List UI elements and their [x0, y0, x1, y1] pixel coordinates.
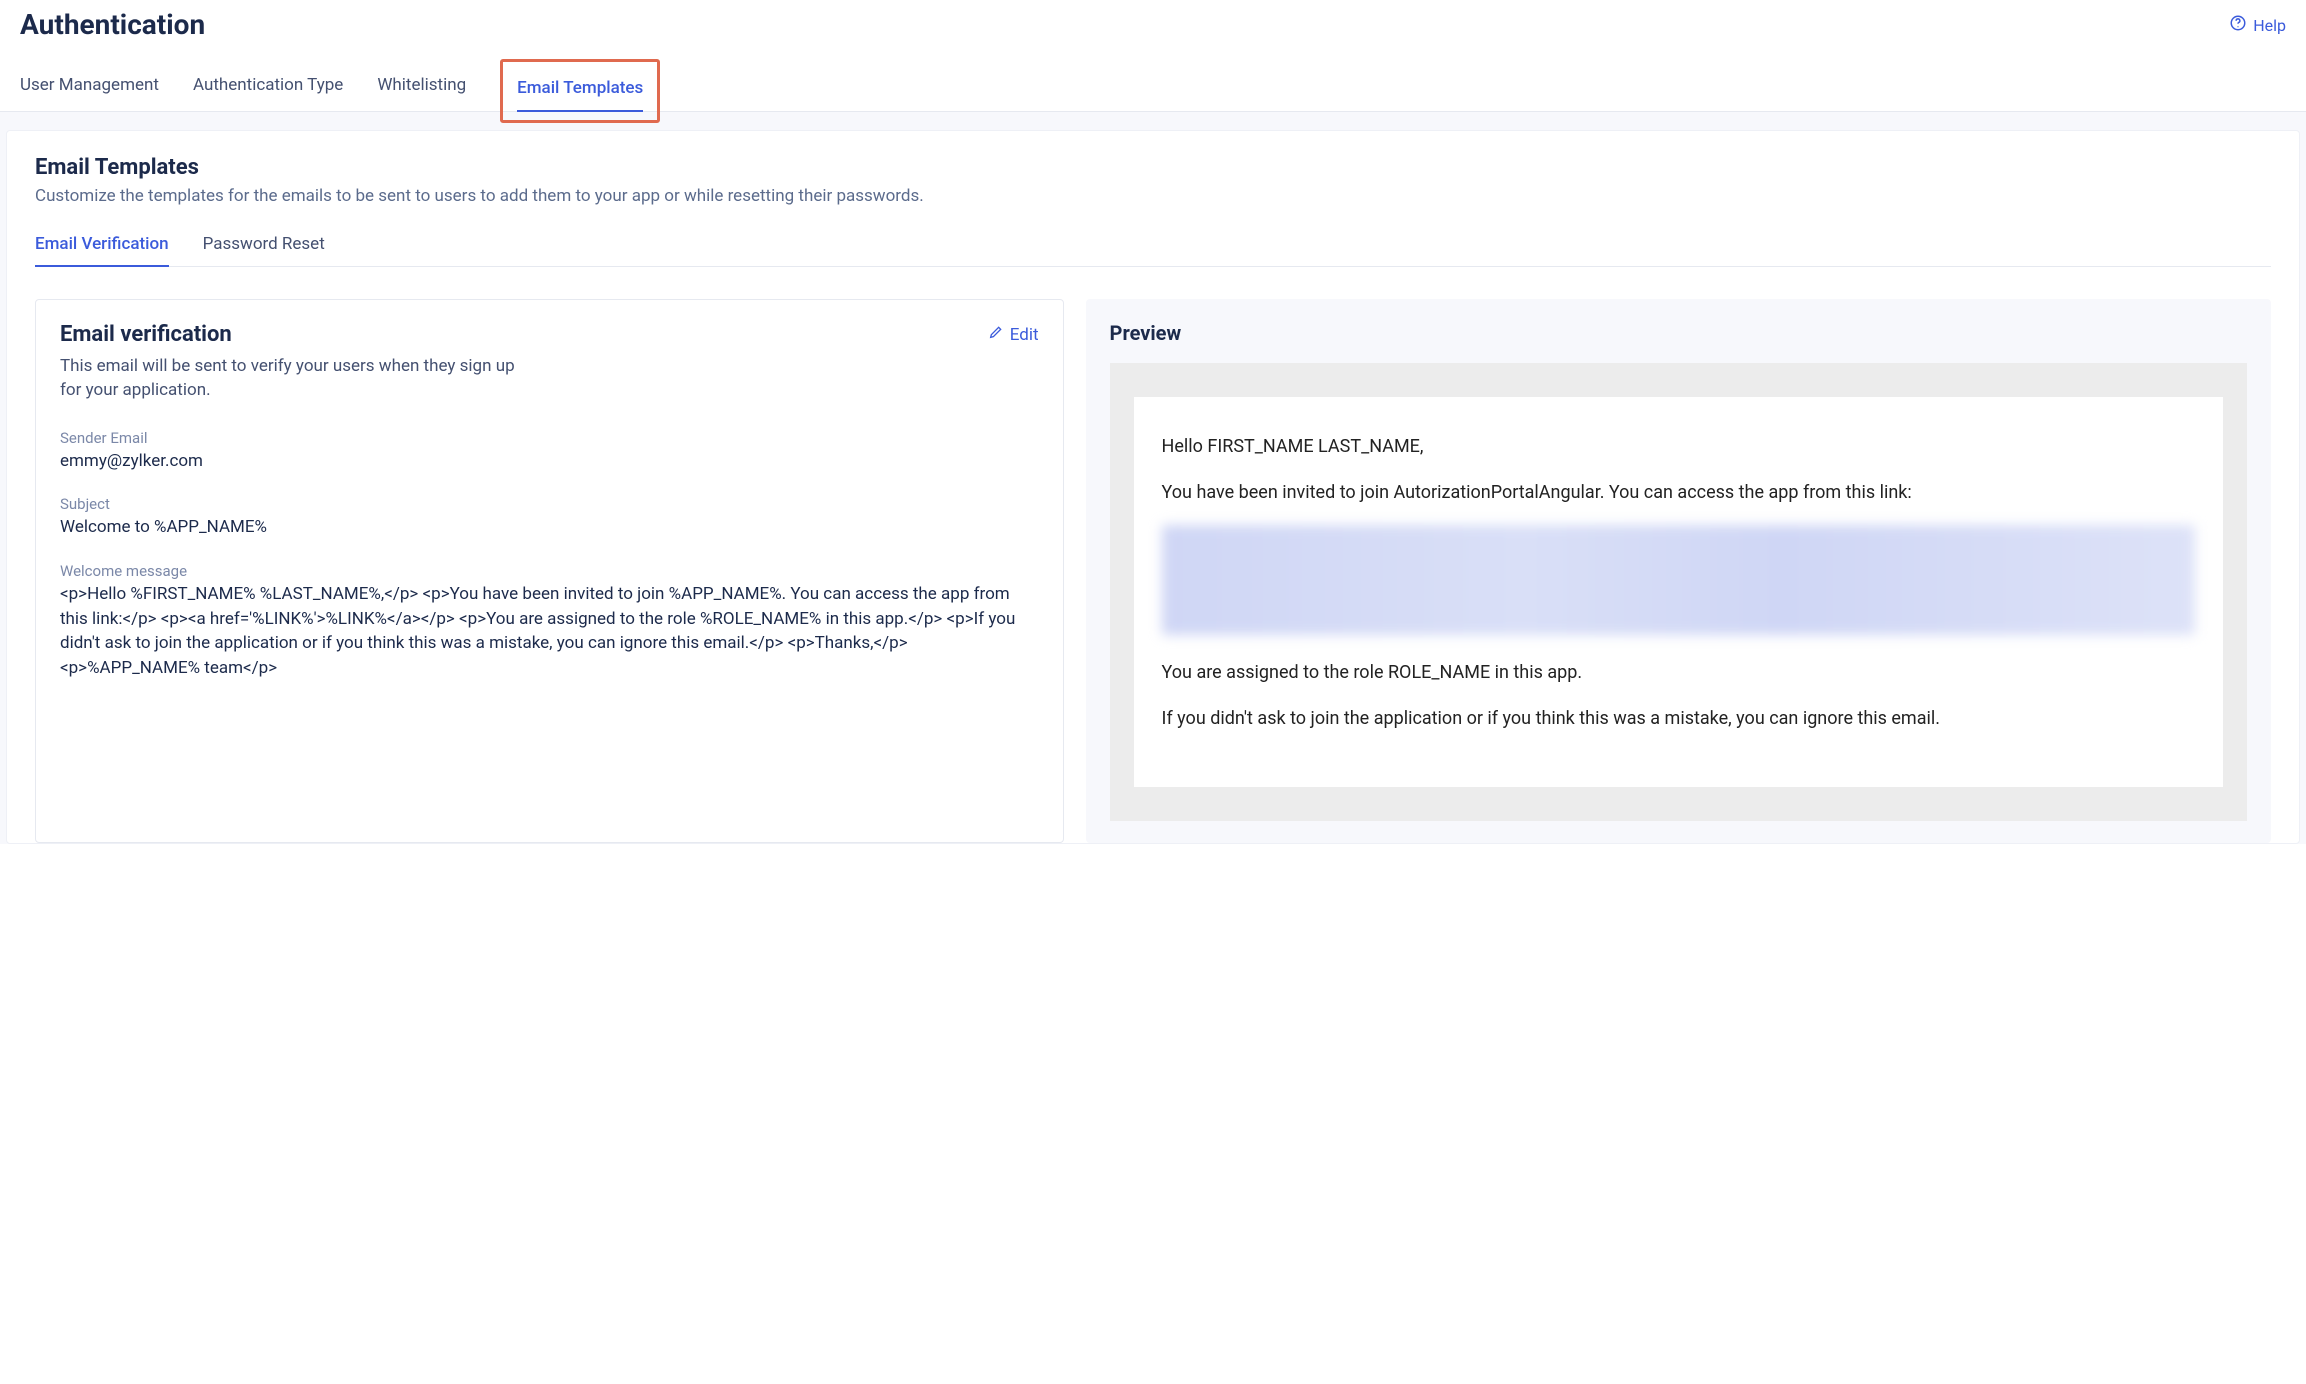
tab-user-management[interactable]: User Management — [20, 67, 159, 111]
tab-email-templates[interactable]: Email Templates — [517, 70, 643, 106]
subtab-email-verification[interactable]: Email Verification — [35, 228, 169, 266]
sub-tabs: Email Verification Password Reset — [35, 228, 2271, 267]
preview-frame: Hello FIRST_NAME LAST_NAME, You have bee… — [1110, 363, 2247, 821]
subject-value: Welcome to %APP_NAME% — [60, 515, 1039, 540]
email-templates-panel: Email Templates Customize the templates … — [6, 130, 2300, 844]
email-verification-card: Email verification This email will be se… — [35, 299, 1064, 843]
sender-email-value: emmy@zylker.com — [60, 449, 1039, 474]
tab-email-templates-highlight: Email Templates — [500, 59, 660, 123]
preview-invite: You have been invited to join Autorizati… — [1162, 479, 2195, 507]
preview-body: Hello FIRST_NAME LAST_NAME, You have bee… — [1134, 397, 2223, 787]
edit-button[interactable]: Edit — [988, 322, 1039, 345]
welcome-message-value: <p>Hello %FIRST_NAME% %LAST_NAME%,</p> <… — [60, 582, 1039, 681]
section-desc: Customize the templates for the emails t… — [35, 186, 2271, 206]
preview-ignore-line: If you didn't ask to join the applicatio… — [1162, 705, 2195, 733]
preview-role-line: You are assigned to the role ROLE_NAME i… — [1162, 659, 2195, 687]
preview-link-redacted — [1162, 525, 2195, 635]
preview-title: Preview — [1110, 321, 2247, 345]
sender-email-label: Sender Email — [60, 429, 1039, 447]
card-title: Email verification — [60, 322, 540, 347]
help-link[interactable]: Help — [2229, 8, 2286, 36]
card-desc: This email will be sent to verify your u… — [60, 355, 540, 403]
preview-pane: Preview Hello FIRST_NAME LAST_NAME, You … — [1086, 299, 2271, 843]
help-label: Help — [2253, 16, 2286, 35]
page-title: Authentication — [20, 8, 205, 41]
main-tabs: User Management Authentication Type Whit… — [0, 67, 2306, 112]
preview-greeting: Hello FIRST_NAME LAST_NAME, — [1162, 433, 2195, 461]
welcome-message-label: Welcome message — [60, 562, 1039, 580]
tab-authentication-type[interactable]: Authentication Type — [193, 67, 343, 111]
edit-label: Edit — [1010, 325, 1039, 345]
section-title: Email Templates — [35, 155, 2271, 180]
subject-label: Subject — [60, 495, 1039, 513]
help-icon — [2229, 14, 2247, 36]
subtab-password-reset[interactable]: Password Reset — [203, 228, 325, 266]
pencil-icon — [988, 324, 1004, 345]
tab-whitelisting[interactable]: Whitelisting — [377, 67, 466, 111]
